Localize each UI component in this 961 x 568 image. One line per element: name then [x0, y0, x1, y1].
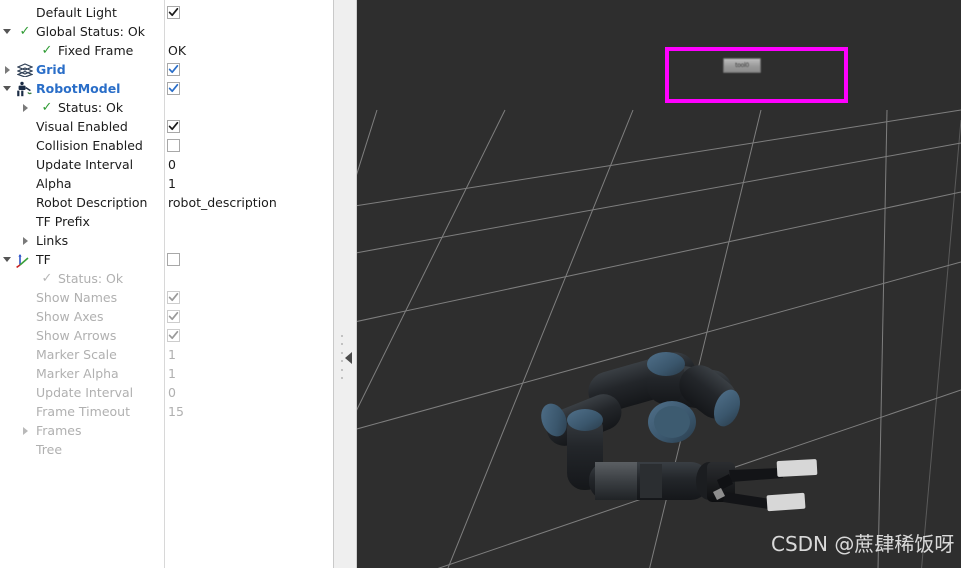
property-row[interactable]: Links — [0, 231, 334, 250]
robot-joint-shoulder — [647, 352, 685, 404]
property-label: Alpha — [36, 176, 72, 191]
status-ok-check-icon: ✓ — [41, 100, 53, 115]
property-checkbox[interactable] — [167, 139, 180, 152]
property-label: Robot Description — [36, 195, 148, 210]
property-label: Status: Ok — [58, 100, 124, 115]
property-row[interactable]: Collision Enabled — [0, 136, 334, 155]
property-row[interactable]: Update Interval 0 — [0, 383, 334, 402]
property-label: Links — [36, 233, 69, 248]
status-ok-check-icon: ✓ — [41, 43, 53, 58]
property-checkbox[interactable] — [167, 291, 180, 304]
property-label: Visual Enabled — [36, 119, 128, 134]
chevron-down-icon[interactable] — [2, 79, 12, 98]
property-label: Status: Ok — [58, 271, 124, 286]
property-checkbox[interactable] — [167, 253, 180, 266]
property-value[interactable]: 1 — [168, 174, 176, 193]
property-label: TF Prefix — [36, 214, 90, 229]
robot-joint-elbow — [648, 401, 696, 443]
property-checkbox[interactable] — [167, 82, 180, 95]
property-label: Show Arrows — [36, 328, 117, 343]
property-value[interactable]: OK — [168, 41, 186, 60]
tf-axes-icon — [14, 251, 32, 269]
property-row[interactable]: Show Axes — [0, 307, 334, 326]
property-label: RobotModel — [36, 81, 121, 96]
property-row[interactable]: TF Prefix — [0, 212, 334, 231]
property-checkbox[interactable] — [167, 120, 180, 133]
3d-render-view[interactable]: tool0 CSDN @蔗肆稀饭呀 — [357, 0, 961, 568]
property-row[interactable]: ✓ Status: Ok — [0, 269, 334, 288]
robot-link-wrist — [589, 462, 722, 500]
panel-splitter[interactable] — [334, 0, 357, 568]
property-row[interactable]: ✓ Fixed Frame OK — [0, 41, 334, 60]
property-row[interactable]: ✓ Global Status: Ok — [0, 22, 334, 41]
selection-highlight-box — [665, 47, 848, 103]
property-row[interactable]: Tree — [0, 440, 334, 459]
property-value[interactable]: 0 — [168, 155, 176, 174]
property-value[interactable]: 1 — [168, 364, 176, 383]
rviz-window: Default Light ✓ Global Status: Ok ✓ Fixed Fr… — [0, 0, 961, 568]
property-label: Marker Alpha — [36, 366, 119, 381]
property-checkbox[interactable] — [167, 310, 180, 323]
property-row[interactable]: Update Interval 0 — [0, 155, 334, 174]
chevron-down-icon[interactable] — [2, 250, 12, 269]
property-label: Global Status: Ok — [36, 24, 145, 39]
scene-graphics — [357, 109, 961, 568]
displays-property-panel[interactable]: Default Light ✓ Global Status: Ok ✓ Fixed Fr… — [0, 0, 334, 568]
property-row[interactable]: ✓ Status: Ok — [0, 98, 334, 117]
property-row[interactable]: Grid — [0, 60, 334, 79]
splitter-grip-dots — [341, 335, 344, 379]
grid-icon — [16, 61, 34, 79]
property-row[interactable]: Default Light — [0, 3, 334, 22]
property-label: Frames — [36, 423, 82, 438]
property-label: Frame Timeout — [36, 404, 130, 419]
chevron-down-icon[interactable] — [2, 22, 12, 41]
property-value[interactable]: 1 — [168, 345, 176, 364]
property-checkbox[interactable] — [167, 63, 180, 76]
property-label: Grid — [36, 62, 66, 77]
property-label: TF — [36, 252, 51, 267]
property-row[interactable]: Marker Alpha 1 — [0, 364, 334, 383]
property-value[interactable]: robot_description — [168, 193, 277, 212]
chevron-right-icon[interactable] — [20, 98, 30, 117]
robot-gripper — [707, 459, 818, 512]
property-label: Update Interval — [36, 157, 134, 172]
property-row[interactable]: TF — [0, 250, 334, 269]
property-row[interactable]: Frames — [0, 421, 334, 440]
property-row[interactable]: Marker Scale 1 — [0, 345, 334, 364]
property-row[interactable]: Show Arrows — [0, 326, 334, 345]
robot-icon — [14, 80, 32, 98]
property-value[interactable]: 15 — [168, 402, 184, 421]
property-row[interactable]: Robot Description robot_description — [0, 193, 334, 212]
tf-frame-label-chip: tool0 — [723, 58, 761, 73]
chevron-right-icon[interactable] — [20, 421, 30, 440]
property-row[interactable]: RobotModel — [0, 79, 334, 98]
property-label: Show Names — [36, 290, 118, 305]
property-label: Tree — [36, 442, 63, 457]
robot-model — [541, 352, 818, 512]
property-label: Default Light — [36, 5, 117, 20]
property-label: Fixed Frame — [58, 43, 134, 58]
property-checkbox[interactable] — [167, 329, 180, 342]
chevron-right-icon[interactable] — [20, 231, 30, 250]
watermark-text: CSDN @蔗肆稀饭呀 — [771, 532, 955, 556]
property-label: Collision Enabled — [36, 138, 143, 153]
property-row[interactable]: Visual Enabled — [0, 117, 334, 136]
property-row[interactable]: Alpha 1 — [0, 174, 334, 193]
property-label: Show Axes — [36, 309, 104, 324]
status-ok-check-icon: ✓ — [19, 24, 31, 39]
property-value[interactable]: 0 — [168, 383, 176, 402]
property-row[interactable]: Show Names — [0, 288, 334, 307]
property-label: Marker Scale — [36, 347, 117, 362]
property-label: Update Interval — [36, 385, 134, 400]
property-row[interactable]: Frame Timeout 15 — [0, 402, 334, 421]
chevron-right-icon[interactable] — [2, 60, 12, 79]
collapse-panel-arrow-icon[interactable] — [345, 352, 352, 364]
status-ok-check-icon: ✓ — [41, 271, 53, 286]
property-checkbox[interactable] — [167, 6, 180, 19]
